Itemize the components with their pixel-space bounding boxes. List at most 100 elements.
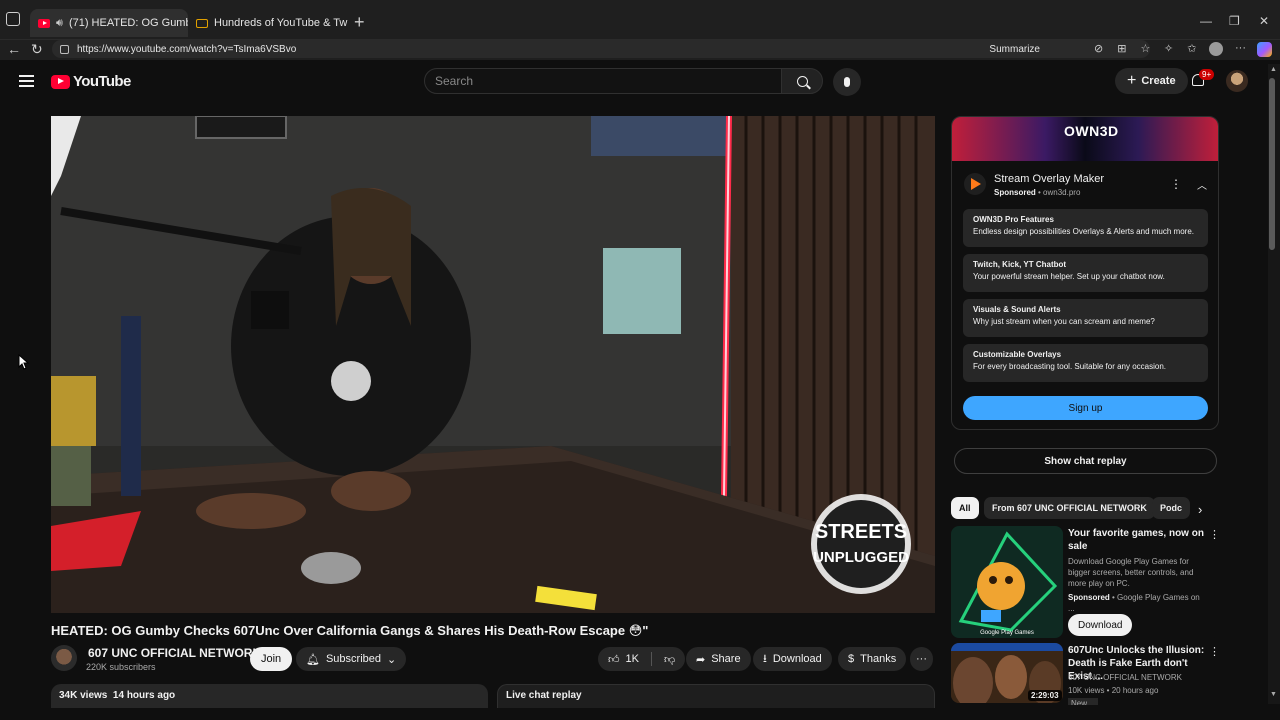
menu-dots-icon[interactable]: ··· <box>1235 42 1246 54</box>
join-label: Join <box>261 653 282 665</box>
like-icon[interactable]: 👍︎ <box>608 653 620 666</box>
recommended-channel[interactable]: 607 UNC OFFICIAL NETWORK <box>1068 672 1208 683</box>
ad-feature-item[interactable]: Twitch, Kick, YT Chatbot Your powerful s… <box>963 254 1208 292</box>
reload-icon[interactable]: ↻ <box>31 41 43 58</box>
live-chat-replay-panel[interactable]: Live chat replay <box>497 684 935 708</box>
search-button[interactable] <box>781 68 823 94</box>
ad-menu-icon[interactable]: ⋮ <box>1170 177 1182 191</box>
close-window-button[interactable]: ✕ <box>1259 14 1269 28</box>
collapse-chevron-icon[interactable]: ︿ <box>1197 177 1207 192</box>
ad-feature-item[interactable]: OWN3D Pro Features Endless design possib… <box>963 209 1208 247</box>
tab-twitch-overlays[interactable]: Hundreds of YouTube & Twitch c ✕ <box>188 9 348 37</box>
sponsored-ad-card[interactable]: OWN3D Stream Overlay Maker Sponsored • o… <box>951 116 1219 430</box>
speaker-icon[interactable]: 🔊︎ <box>56 17 63 30</box>
tab-actions-icon[interactable] <box>6 12 20 26</box>
video-player[interactable]: STREETS UNPLUGGED <box>51 116 935 613</box>
promo-download-button[interactable]: Download <box>1068 614 1133 636</box>
promo-title[interactable]: Your favorite games, now on sale <box>1068 527 1208 553</box>
chevron-right-icon[interactable]: › <box>1198 502 1202 517</box>
mouse-cursor-icon <box>18 354 30 370</box>
youtube-play-icon <box>51 74 70 89</box>
scroll-down-arrow-icon[interactable]: ▼ <box>1270 691 1277 698</box>
search-input[interactable]: Search <box>424 68 782 94</box>
create-label: Create <box>1141 75 1176 87</box>
channel-avatar[interactable] <box>51 645 77 671</box>
promo-menu-icon[interactable]: ⋮ <box>1209 528 1220 541</box>
more-actions-button[interactable]: ··· <box>910 647 933 671</box>
reader-icon[interactable]: ⊘ <box>1094 42 1103 55</box>
feature-title: Visuals & Sound Alerts <box>973 305 1061 314</box>
sponsored-label: Sponsored <box>1068 593 1110 602</box>
filter-chips: All From 607 UNC OFFICIAL NETWORK Podc <box>951 497 1221 519</box>
favorite-star-icon[interactable]: ☆ <box>1140 42 1150 55</box>
description-box[interactable]: 34K views 14 hours ago <box>51 684 488 708</box>
dislike-icon[interactable]: 👎︎ <box>664 653 675 666</box>
profile-avatar[interactable] <box>1209 42 1223 56</box>
create-button[interactable]: + Create <box>1115 68 1188 94</box>
youtube-header: YouTube Search + Create 9+ <box>0 64 1268 100</box>
new-tab-button[interactable]: + <box>354 13 365 31</box>
join-button[interactable]: Join <box>250 647 293 671</box>
back-arrow-icon[interactable]: ← <box>7 41 21 57</box>
like-count[interactable]: 1K <box>626 653 639 665</box>
toolbar-icons: ✧ ✩ <box>1164 42 1196 55</box>
ad-banner[interactable]: OWN3D <box>952 117 1218 161</box>
video-title: HEATED: OG Gumby Checks 607Unc Over Cali… <box>51 623 649 638</box>
feature-title: Customizable Overlays <box>973 350 1062 359</box>
chip-podcasts[interactable]: Podc <box>1152 497 1191 519</box>
chip-label: All <box>959 503 971 513</box>
youtube-logo[interactable]: YouTube <box>51 73 131 90</box>
ad-logo-icon <box>964 173 986 195</box>
account-avatar[interactable] <box>1226 70 1248 92</box>
summarize-button[interactable]: Summarize <box>989 44 1040 55</box>
address-bar-row: ← ↻ https://www.youtube.com/watch?v=TsIm… <box>0 40 1280 60</box>
app-icon[interactable]: ⊞ <box>1117 42 1126 55</box>
tab-title: Hundreds of YouTube & Twitch c <box>214 17 348 29</box>
show-chat-replay-button[interactable]: Show chat replay <box>954 448 1217 474</box>
download-label: Download <box>772 653 822 665</box>
feature-title: OWN3D Pro Features <box>973 215 1054 224</box>
chip-label: Podc <box>1160 503 1183 513</box>
thanks-icon: $ <box>848 653 855 665</box>
favorites-icon[interactable]: ✩ <box>1187 42 1196 55</box>
share-button[interactable]: ➦ Share <box>686 647 751 671</box>
watermark-line1: STREETS <box>815 521 907 543</box>
ad-feature-item[interactable]: Customizable Overlays For every broadcas… <box>963 344 1208 382</box>
address-bar-icons: ⊘ ⊞ ☆ <box>1094 42 1150 55</box>
maximize-button[interactable]: ❐ <box>1229 14 1240 28</box>
chip-all[interactable]: All <box>951 497 979 519</box>
like-dislike-group: 👍︎ 1K 👎︎ <box>598 647 686 671</box>
download-icon: ⭳ <box>763 652 767 665</box>
sign-up-button[interactable]: Sign up <box>963 396 1208 420</box>
share-icon: ➦ <box>696 653 706 666</box>
subscribed-button[interactable]: 🔔︎ Subscribed ⌄ <box>296 647 407 671</box>
site-info-icon[interactable] <box>60 44 69 54</box>
voice-search-button[interactable] <box>833 68 861 96</box>
search-placeholder: Search <box>435 74 474 88</box>
views-and-date: 34K views 14 hours ago <box>59 690 176 701</box>
sponsored-label: Sponsored <box>994 188 1036 197</box>
channel-name[interactable]: 607 UNC OFFICIAL NETWORK <box>88 646 261 660</box>
hamburger-menu-icon[interactable] <box>19 75 34 87</box>
url-field[interactable]: https://www.youtube.com/watch?v=TsIma6VS… <box>52 40 1150 58</box>
scrollbar-thumb[interactable] <box>1269 78 1275 250</box>
ad-feature-item[interactable]: Visuals & Sound Alerts Why just stream w… <box>963 299 1208 337</box>
scroll-up-arrow-icon[interactable]: ▲ <box>1270 66 1277 73</box>
chip-from-channel[interactable]: From 607 UNC OFFICIAL NETWORK <box>984 497 1155 519</box>
minimize-button[interactable]: — <box>1200 14 1212 28</box>
copilot-icon[interactable] <box>1257 42 1272 57</box>
download-button[interactable]: ⭳ Download <box>753 647 832 671</box>
ad-title[interactable]: Stream Overlay Maker <box>994 173 1104 185</box>
subscriber-count: 220K subscribers <box>86 662 156 672</box>
tab-youtube[interactable]: 🔊︎ (71) HEATED: OG Gumby Ch ✕ <box>30 9 188 37</box>
notification-count-badge: 9+ <box>1199 69 1215 80</box>
video-frame: STREETS UNPLUGGED <box>51 116 935 613</box>
logo-text: YouTube <box>73 73 131 90</box>
promo-download-label: Download <box>1078 619 1123 631</box>
thanks-button[interactable]: $ Thanks <box>838 647 907 671</box>
divider <box>650 652 652 666</box>
extensions-icon[interactable]: ✧ <box>1164 42 1173 55</box>
video-menu-icon[interactable]: ⋮ <box>1209 645 1220 658</box>
plus-icon: + <box>1127 72 1137 89</box>
promo-thumbnail[interactable]: Google Play Games <box>951 526 1063 638</box>
